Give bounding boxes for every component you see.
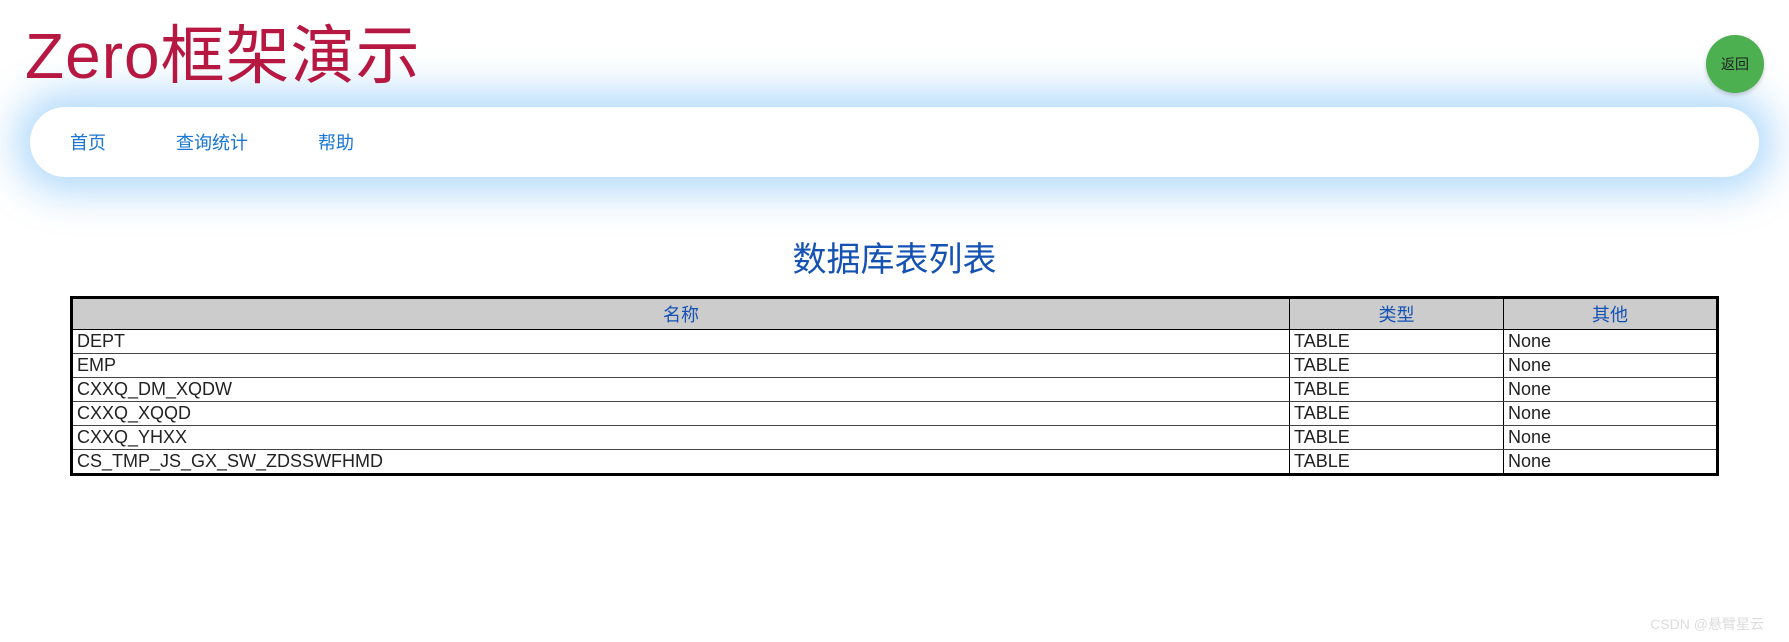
cell-type: TABLE [1290,378,1504,402]
column-header-name: 名称 [72,298,1290,330]
content: 数据库表列表 名称 类型 其他 DEPTTABLENoneEMPTABLENon… [0,232,1789,476]
cell-name: CXXQ_YHXX [72,426,1290,450]
table-row[interactable]: CXXQ_DM_XQDWTABLENone [72,378,1718,402]
table-row[interactable]: EMPTABLENone [72,354,1718,378]
cell-other: None [1504,402,1718,426]
cell-name: EMP [72,354,1290,378]
cell-name: DEPT [72,330,1290,354]
nav-home[interactable]: 首页 [70,129,106,155]
cell-type: TABLE [1290,354,1504,378]
column-header-type: 类型 [1290,298,1504,330]
page-title: Zero框架演示 [20,0,1769,97]
header: Zero框架演示 返回 [0,0,1789,97]
cell-name: CS_TMP_JS_GX_SW_ZDSSWFHMD [72,450,1290,475]
cell-other: None [1504,450,1718,475]
cell-name: CXXQ_XQQD [72,402,1290,426]
cell-other: None [1504,330,1718,354]
cell-other: None [1504,354,1718,378]
back-button[interactable]: 返回 [1706,35,1764,93]
cell-type: TABLE [1290,402,1504,426]
cell-type: TABLE [1290,450,1504,475]
table-row[interactable]: DEPTTABLENone [72,330,1718,354]
cell-type: TABLE [1290,330,1504,354]
table-row[interactable]: CXXQ_XQQDTABLENone [72,402,1718,426]
table-row[interactable]: CS_TMP_JS_GX_SW_ZDSSWFHMDTABLENone [72,450,1718,475]
table-header-row: 名称 类型 其他 [72,298,1718,330]
content-title: 数据库表列表 [70,232,1719,281]
cell-other: None [1504,426,1718,450]
cell-type: TABLE [1290,426,1504,450]
nav-help[interactable]: 帮助 [318,129,354,155]
data-table: 名称 类型 其他 DEPTTABLENoneEMPTABLENoneCXXQ_D… [70,296,1719,476]
cell-other: None [1504,378,1718,402]
cell-name: CXXQ_DM_XQDW [72,378,1290,402]
nav-bar: 首页 查询统计 帮助 [30,107,1759,177]
column-header-other: 其他 [1504,298,1718,330]
watermark: CSDN @悬臂星云 [1650,614,1764,634]
table-row[interactable]: CXXQ_YHXXTABLENone [72,426,1718,450]
nav-query-stats[interactable]: 查询统计 [176,129,248,155]
